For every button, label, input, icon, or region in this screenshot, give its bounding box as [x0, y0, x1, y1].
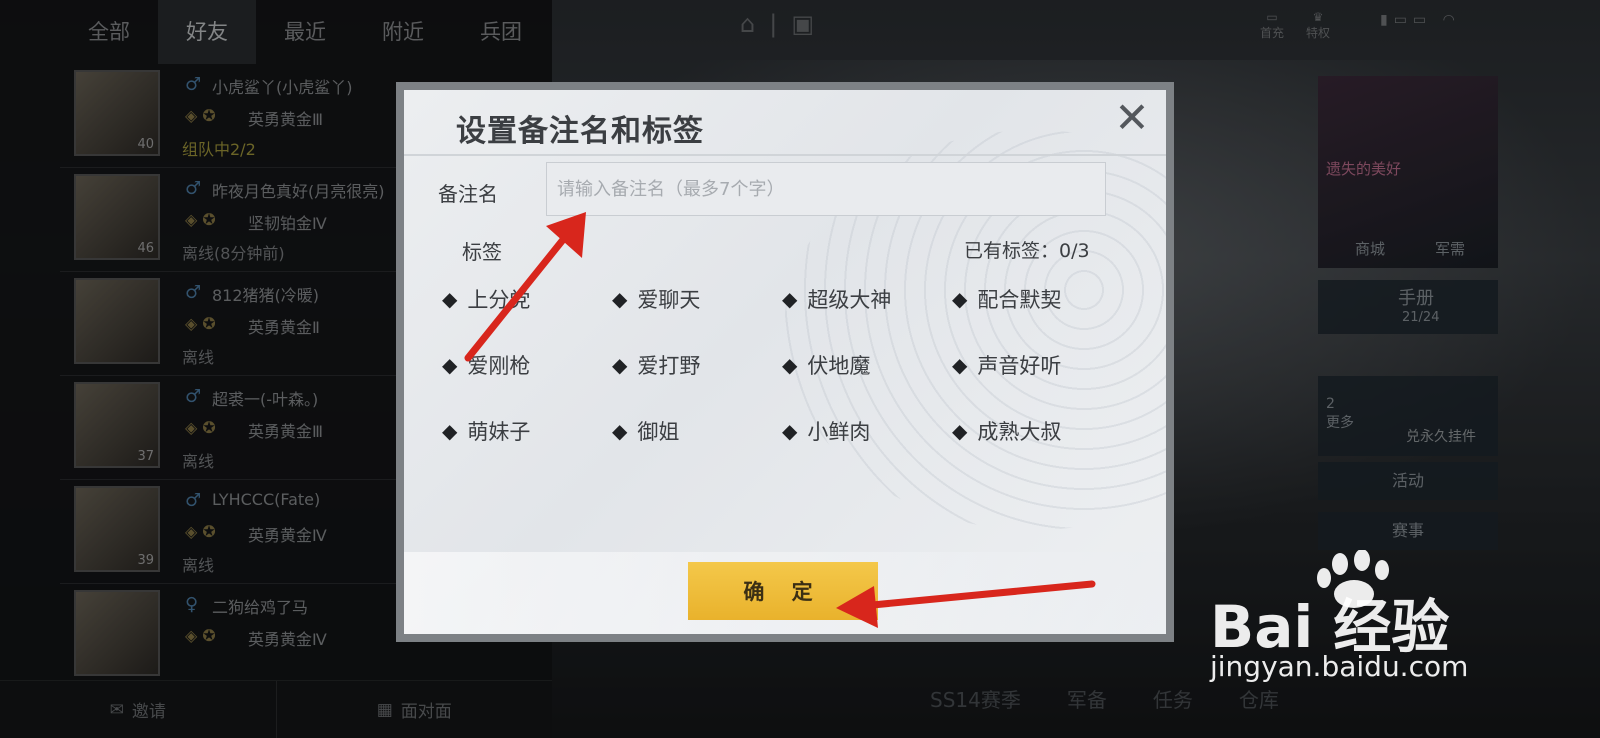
- confirm-button[interactable]: 确 定: [688, 562, 878, 620]
- tag-label: 上分党: [467, 288, 531, 312]
- close-icon[interactable]: ✕: [1110, 97, 1154, 142]
- tag-label: 超级大神: [807, 288, 892, 312]
- diamond-icon: ◆: [782, 287, 798, 311]
- tag-label: 声音好听: [977, 354, 1062, 378]
- tag-option[interactable]: ◆ 爱刚枪: [442, 350, 530, 380]
- remark-tag-dialog: 设置备注名和标签 ✕ 备注名 标签 已有标签：0/3 ◆ 上分党 ◆ 爱聊天 ◆ 超级…: [396, 82, 1174, 642]
- tag-label: 爱聊天: [637, 288, 701, 312]
- dialog-title: 设置备注名和标签: [456, 114, 704, 149]
- diamond-icon: ◆: [442, 353, 458, 377]
- title-divider: [404, 154, 1166, 156]
- tags-label: 标签: [462, 240, 502, 264]
- baidu-jingyan-watermark: Bai 经验 jingyan.baidu.com: [1200, 550, 1580, 700]
- tag-option[interactable]: ◆ 成熟大叔: [952, 416, 1061, 446]
- tag-option[interactable]: ◆ 爱打野: [612, 350, 700, 380]
- tag-label: 小鲜肉: [807, 420, 871, 444]
- tag-option[interactable]: ◆ 爱聊天: [612, 284, 700, 314]
- remark-label: 备注名: [438, 182, 498, 206]
- tag-label: 爱刚枪: [467, 354, 531, 378]
- watermark-url: jingyan.baidu.com: [1210, 650, 1469, 683]
- tag-label: 伏地魔: [807, 354, 871, 378]
- tag-option[interactable]: ◆ 萌妹子: [442, 416, 530, 446]
- tag-option[interactable]: ◆ 上分党: [442, 284, 530, 314]
- tag-label: 配合默契: [977, 288, 1062, 312]
- tag-option[interactable]: ◆ 伏地魔: [782, 350, 870, 380]
- remark-name-input[interactable]: [546, 162, 1106, 216]
- tag-label: 萌妹子: [467, 420, 531, 444]
- diamond-icon: ◆: [442, 287, 458, 311]
- diamond-icon: ◆: [952, 287, 968, 311]
- tag-label: 成熟大叔: [977, 420, 1062, 444]
- diamond-icon: ◆: [952, 353, 968, 377]
- diamond-icon: ◆: [612, 353, 628, 377]
- tag-label: 爱打野: [637, 354, 701, 378]
- diamond-icon: ◆: [782, 419, 798, 443]
- diamond-icon: ◆: [612, 419, 628, 443]
- tag-option[interactable]: ◆ 小鲜肉: [782, 416, 870, 446]
- diamond-icon: ◆: [442, 419, 458, 443]
- tag-option[interactable]: ◆ 超级大神: [782, 284, 891, 314]
- dialog-body: 设置备注名和标签 ✕ 备注名 标签 已有标签：0/3 ◆ 上分党 ◆ 爱聊天 ◆ 超级…: [404, 90, 1166, 634]
- diamond-icon: ◆: [782, 353, 798, 377]
- tag-option[interactable]: ◆ 配合默契: [952, 284, 1061, 314]
- diamond-icon: ◆: [952, 419, 968, 443]
- tag-option[interactable]: ◆ 声音好听: [952, 350, 1061, 380]
- diamond-icon: ◆: [612, 287, 628, 311]
- tags-count: 已有标签：0/3: [964, 240, 1090, 262]
- tag-label: 御姐: [637, 420, 680, 444]
- tag-option[interactable]: ◆ 御姐: [612, 416, 679, 446]
